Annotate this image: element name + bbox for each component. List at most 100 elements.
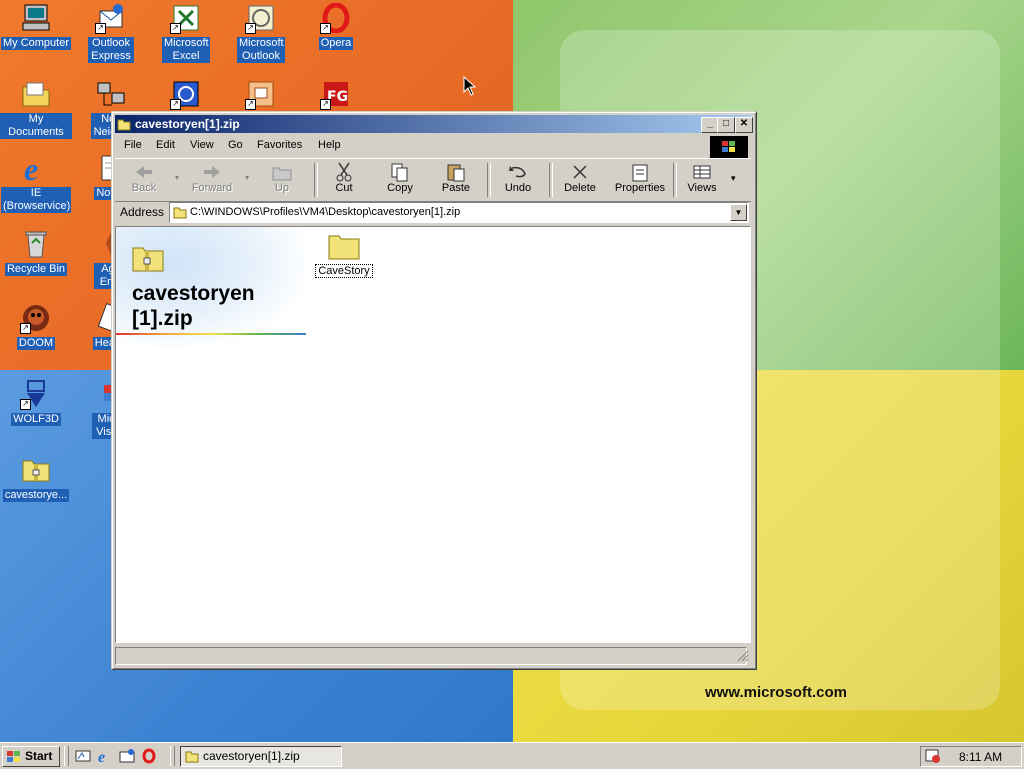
task-scheduler-icon[interactable]: [925, 748, 941, 767]
resize-grip-icon[interactable]: [737, 650, 749, 665]
opera-icon[interactable]: [140, 747, 158, 765]
start-button[interactable]: Start: [2, 746, 60, 767]
shortcut-arrow-icon: ↗: [245, 99, 256, 110]
menu-go[interactable]: Go: [228, 139, 243, 151]
menu-favorites[interactable]: Favorites: [257, 139, 302, 151]
desktop-icon-network-tool[interactable]: ↗: [150, 78, 222, 110]
desktop-icon-cavestory-zip[interactable]: cavestorye...: [0, 454, 72, 502]
outlook-express-icon[interactable]: [118, 747, 136, 765]
desktop-icon-label: My Documents: [0, 113, 72, 139]
back-button[interactable]: Back: [117, 161, 171, 199]
status-panel: [115, 647, 747, 665]
folder-icon: [327, 235, 361, 264]
my-documents-icon: [20, 78, 52, 110]
zip-folder-icon: [117, 117, 131, 131]
address-bar: Address C:\WINDOWS\Profiles\VM4\Desktop\…: [115, 201, 751, 223]
fg-app-icon: FG ↗: [320, 78, 352, 110]
up-folder-icon: [270, 162, 294, 182]
shortcut-arrow-icon: ↗: [20, 323, 31, 334]
delete-x-icon: [568, 162, 592, 182]
menu-bar: File Edit View Go Favorites Help: [115, 136, 751, 158]
views-button[interactable]: Views: [675, 161, 729, 199]
desktop-icon-wolf3d[interactable]: ↗ WOLF3D: [0, 378, 72, 426]
mouse-cursor-icon: [463, 75, 477, 99]
outlook-express-icon: ↗: [95, 2, 127, 34]
network-neighborhood-icon: [95, 78, 127, 110]
close-button[interactable]: ✕: [735, 117, 753, 133]
menu-view[interactable]: View: [190, 139, 214, 151]
my-computer-icon: [20, 2, 52, 34]
copy-button[interactable]: Copy: [373, 161, 427, 199]
desktop-icon-outlook-express[interactable]: ↗ Outlook Express: [75, 2, 147, 63]
toolbar: Back ▾ Forward ▾ Up Cut Copy Paste Undo: [115, 158, 751, 202]
zip-folder-icon: [185, 749, 199, 769]
show-desktop-icon[interactable]: [74, 747, 92, 765]
windows-logo-icon: [710, 136, 748, 158]
shortcut-arrow-icon: ↗: [170, 23, 181, 34]
windows-flag-icon: [6, 750, 22, 763]
wolf3d-icon: ↗: [20, 378, 52, 410]
up-button[interactable]: Up: [255, 161, 309, 199]
back-dropdown-arrow-icon[interactable]: ▾: [175, 173, 179, 182]
desktop-icon-presentation[interactable]: ↗: [225, 78, 297, 110]
system-tray: 8:11 AM: [920, 746, 1022, 767]
paste-button[interactable]: Paste: [429, 161, 483, 199]
explorer-window: cavestoryen[1].zip _ □ ✕ File Edit View …: [111, 111, 757, 670]
folder-title: cavestoryen [1].zip: [132, 282, 255, 330]
zip-folder-icon: [173, 205, 187, 222]
desktop-icon-opera[interactable]: ↗ Opera: [300, 2, 372, 50]
folder-content[interactable]: cavestoryen [1].zip CaveStory: [115, 226, 751, 643]
address-dropdown-button[interactable]: ▼: [730, 204, 747, 221]
taskbar: Start e cavestoryen[1].zip 8:11 AM: [0, 742, 1024, 769]
internet-explorer-icon[interactable]: e: [96, 747, 114, 765]
menu-edit[interactable]: Edit: [156, 139, 175, 151]
address-input[interactable]: C:\WINDOWS\Profiles\VM4\Desktop\cavestor…: [169, 202, 749, 223]
rainbow-divider: [116, 333, 306, 335]
menu-help[interactable]: Help: [318, 139, 341, 151]
status-bar: [115, 646, 751, 665]
desktop-icon-label: Recycle Bin: [4, 263, 68, 276]
undo-button[interactable]: Undo: [491, 161, 545, 199]
quicklaunch-handle[interactable]: [64, 746, 69, 766]
forward-dropdown-arrow-icon[interactable]: ▾: [245, 173, 249, 182]
properties-icon: [628, 162, 652, 182]
forward-button[interactable]: Forward: [185, 161, 239, 199]
desktop-icon-recycle-bin[interactable]: Recycle Bin: [0, 228, 72, 276]
task-button-cavestory[interactable]: cavestoryen[1].zip: [180, 746, 342, 767]
back-arrow-icon: [132, 162, 156, 182]
desktop-icon-my-documents[interactable]: My Documents: [0, 78, 72, 139]
svg-text:e: e: [24, 152, 38, 184]
title-bar[interactable]: cavestoryen[1].zip _ □ ✕: [115, 115, 753, 133]
menu-file[interactable]: File: [124, 139, 142, 151]
clock[interactable]: 8:11 AM: [959, 750, 1002, 764]
desktop-icon-ie[interactable]: e IE (Browservice): [0, 152, 72, 213]
cut-button[interactable]: Cut: [317, 161, 371, 199]
outlook-icon: ↗: [245, 2, 277, 34]
desktop-icon-fg[interactable]: FG ↗: [300, 78, 372, 110]
folder-item[interactable]: CaveStory: [309, 231, 379, 278]
svg-text:e: e: [98, 749, 105, 764]
desktop-icon-my-computer[interactable]: My Computer: [0, 2, 72, 50]
views-dropdown-arrow-icon[interactable]: ▾: [731, 173, 736, 184]
maximize-button[interactable]: □: [717, 117, 735, 133]
paste-icon: [444, 162, 468, 182]
delete-button[interactable]: Delete: [553, 161, 607, 199]
opera-icon: ↗: [320, 2, 352, 34]
properties-button[interactable]: Properties: [609, 161, 671, 199]
desktop-icon-label: Microsoft Excel: [162, 37, 210, 63]
scissors-icon: [332, 162, 356, 182]
internet-explorer-icon: e: [20, 152, 52, 184]
zip-folder-large-icon: [132, 243, 164, 276]
taskbar-handle[interactable]: [170, 746, 175, 766]
desktop-icon-label: Outlook Express: [88, 37, 134, 63]
window-title: cavestoryen[1].zip: [135, 117, 240, 131]
forward-arrow-icon: [200, 162, 224, 182]
desktop-icon-excel[interactable]: ↗ Microsoft Excel: [150, 2, 222, 63]
desktop-icon-doom[interactable]: ↗ DOOM: [0, 302, 72, 350]
address-label: Address: [120, 205, 165, 219]
wallpaper-url: www.microsoft.com: [705, 684, 847, 701]
shortcut-arrow-icon: ↗: [320, 99, 331, 110]
desktop-icon-outlook[interactable]: ↗ Microsoft Outlook: [225, 2, 297, 63]
undo-icon: [506, 162, 530, 182]
folder-item-label: CaveStory: [315, 264, 373, 278]
